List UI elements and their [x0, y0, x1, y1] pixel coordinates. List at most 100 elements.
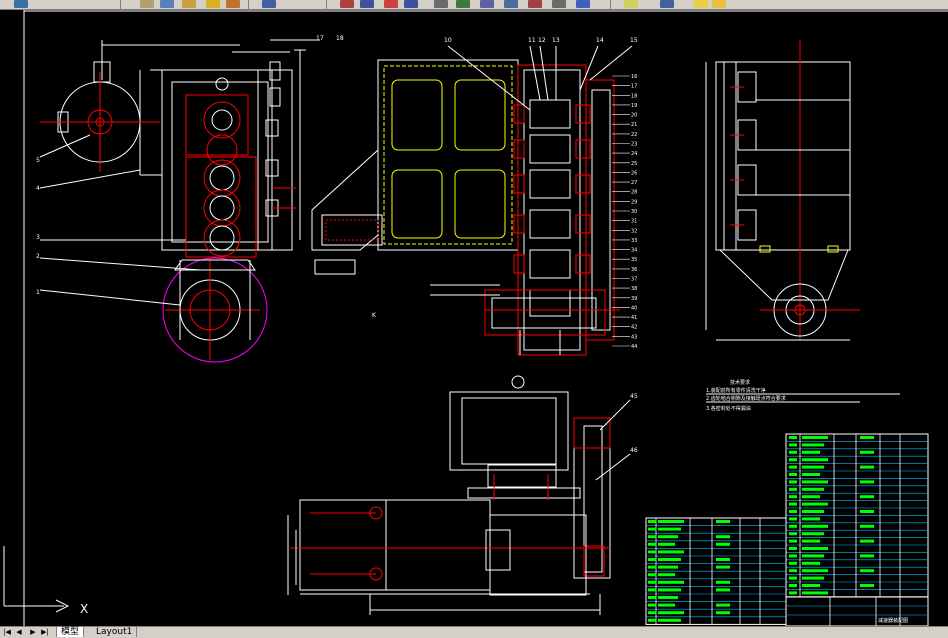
- table-cell-text: [802, 502, 828, 506]
- table-cell-text: [802, 480, 828, 484]
- center-balloons-right: 16 17 18 19 20 21 22 23 24 25 26 27 28 29 30 31 32 33 34 35…: [612, 74, 637, 350]
- balloon-label: 17: [631, 84, 637, 90]
- balloon-label: 2: [36, 253, 40, 260]
- balloon-label: 28: [631, 190, 637, 196]
- layer-icon[interactable]: [624, 0, 638, 8]
- balloon-label: 4: [36, 185, 40, 192]
- pan-icon[interactable]: [340, 0, 354, 8]
- design-center-icon[interactable]: [456, 0, 470, 8]
- notes-line: 3.各密封处不得漏油: [706, 405, 751, 412]
- save-icon[interactable]: [14, 0, 28, 8]
- balloon-label: 36: [631, 267, 637, 273]
- table-cell-text: [802, 584, 820, 587]
- balloon-label: 31: [631, 219, 637, 225]
- table-cell-text: [802, 554, 824, 558]
- table-cell-text: [658, 618, 681, 622]
- bottom-assembly-view: [287, 375, 631, 615]
- table-cell-text: [648, 573, 656, 577]
- table-cell-text: [789, 539, 797, 543]
- markup-icon[interactable]: [528, 0, 542, 8]
- balloon-label: 27: [631, 180, 637, 186]
- balloon-label: 17: [316, 35, 324, 42]
- zoom-window-icon[interactable]: [384, 0, 398, 8]
- pencil-icon[interactable]: [226, 0, 240, 8]
- balloon-label: 12: [538, 37, 546, 44]
- center-section-view: [311, 45, 633, 356]
- table-cell-text: [789, 517, 797, 521]
- help-icon[interactable]: [576, 0, 590, 8]
- tab-first-button[interactable]: |◀: [2, 627, 12, 637]
- zoom-realtime-icon[interactable]: [360, 0, 374, 8]
- table-cell-text: [802, 547, 828, 550]
- undo-icon[interactable]: [140, 0, 154, 8]
- zoom-previous-icon[interactable]: [404, 0, 418, 8]
- section-mark: K: [372, 312, 377, 319]
- balloon-label: 18: [336, 35, 344, 42]
- tab-model[interactable]: 模型: [56, 627, 85, 637]
- table-cell-text: [789, 524, 797, 528]
- bottom-balloons: 45 46: [630, 393, 638, 454]
- right-side-view: [705, 40, 860, 341]
- table-cell-text: [789, 591, 797, 595]
- table-cell-text: [802, 517, 820, 521]
- table-cell-text: [658, 573, 675, 577]
- table-cell-text: [802, 487, 824, 491]
- table-cell-text: [802, 532, 824, 536]
- table-cell-text: [860, 450, 874, 454]
- table-cell-text: [802, 443, 824, 447]
- toolbar-separator: [248, 0, 249, 9]
- arrow-icon[interactable]: [262, 0, 276, 8]
- paste-icon[interactable]: [182, 0, 196, 8]
- balloon-label: 10: [444, 37, 452, 44]
- balloon-label: 3: [36, 234, 40, 241]
- table-cell-text: [716, 535, 730, 539]
- table-cell-text: [789, 532, 797, 536]
- table-cell-text: [860, 480, 874, 484]
- sheet-set-icon[interactable]: [504, 0, 518, 8]
- balloon-label: 20: [631, 113, 637, 119]
- table-cell-text: [802, 450, 820, 454]
- table-cell-text: [658, 550, 684, 554]
- drawing-canvas[interactable]: 5 4 3 2 1 17 18 10 11 12 13 14 15 161718…: [0, 10, 948, 626]
- calculator-icon[interactable]: [552, 0, 566, 8]
- balloon-label: 44: [631, 344, 637, 350]
- standard-toolbar: [0, 0, 948, 10]
- tab-next-button[interactable]: ▶: [28, 627, 38, 637]
- sun-icon[interactable]: [712, 0, 726, 8]
- balloon-label: 22: [631, 132, 637, 138]
- brush-icon[interactable]: [206, 0, 220, 8]
- title-block-label: 减速器装配图: [878, 617, 908, 624]
- redo-icon[interactable]: [160, 0, 174, 8]
- notes-line: 2.齿轮啮合侧隙及接触斑点符合要求: [706, 395, 786, 402]
- table-cell-text: [648, 603, 656, 607]
- balloon-label: 15: [630, 37, 638, 44]
- table-cell-text: [648, 550, 656, 554]
- layer-state-icon[interactable]: [660, 0, 674, 8]
- table-cell-text: [789, 576, 797, 580]
- balloon-label: 37: [631, 277, 637, 283]
- table-cell-text: [658, 580, 684, 584]
- balloon-label: 23: [631, 142, 637, 148]
- table-cell-text: [658, 603, 675, 607]
- technical-notes: 技术要求 1.装配前所有零件清洗干净 2.齿轮啮合侧隙及接触斑点符合要求 3.各…: [706, 379, 786, 412]
- lightbulb-icon[interactable]: [694, 0, 708, 8]
- balloon-label: 40: [631, 305, 637, 311]
- balloon-label: 21: [631, 122, 637, 128]
- tab-layout1[interactable]: Layout1: [92, 627, 138, 637]
- table-cell-text: [789, 487, 797, 491]
- balloon-label: 19: [631, 103, 637, 109]
- table-cell-text: [789, 436, 797, 439]
- table-cell-text: [716, 542, 730, 546]
- tool-palette-icon[interactable]: [480, 0, 494, 8]
- balloon-label: 29: [631, 199, 637, 205]
- properties-icon[interactable]: [434, 0, 448, 8]
- balloon-label: 42: [631, 325, 637, 331]
- table-cell-text: [789, 569, 797, 573]
- table-cell-text: [648, 618, 656, 622]
- table-cell-text: [658, 565, 678, 569]
- tab-prev-button[interactable]: ◀: [14, 627, 24, 637]
- table-cell-text: [789, 443, 797, 447]
- table-cell-text: [789, 554, 797, 558]
- table-cell-text: [802, 495, 820, 499]
- tab-last-button[interactable]: ▶|: [40, 627, 50, 637]
